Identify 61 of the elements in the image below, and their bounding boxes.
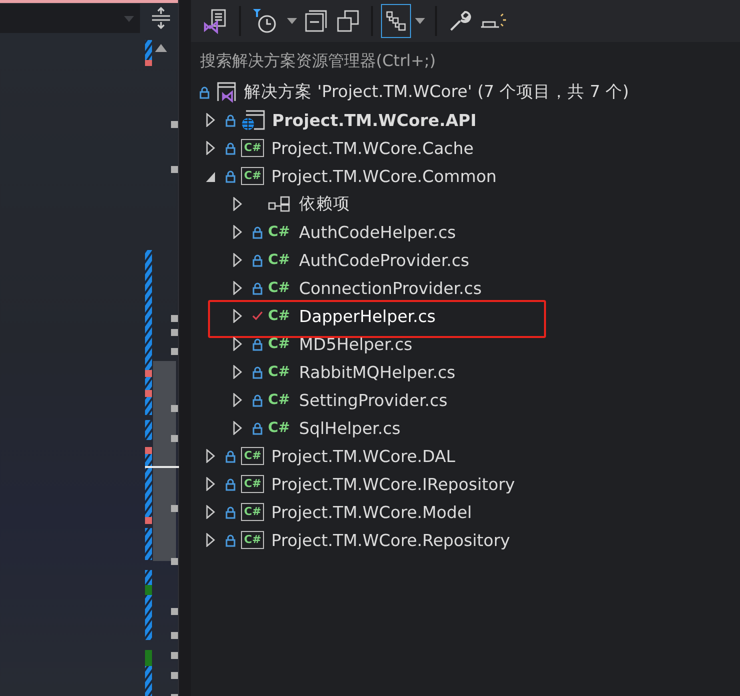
wrench-icon [448, 9, 472, 33]
tree-item[interactable]: Project.TM.WCore.Repository [271, 530, 510, 550]
csharp-file-icon: C# [268, 280, 292, 296]
expand-arrow-icon[interactable] [206, 449, 216, 463]
csharp-file-icon: C# [268, 364, 292, 380]
expand-arrow-icon[interactable] [233, 253, 243, 267]
tree-item[interactable]: Project.TM.WCore.IRepository [271, 474, 515, 494]
tree-item[interactable]: MD5Helper.cs [299, 334, 412, 354]
expand-arrow-icon[interactable] [206, 505, 216, 519]
caret-icon [415, 18, 425, 24]
tree-item[interactable]: 解决方案 'Project.TM.WCore' (7 个项目，共 7 个) [244, 81, 629, 103]
csharp-project-icon: C# [241, 531, 264, 549]
csharp-file-icon: C# [268, 336, 292, 352]
csharp-file-icon: C# [268, 420, 292, 436]
tree-item[interactable]: DapperHelper.cs [299, 306, 436, 326]
hierarchy-icon [385, 10, 407, 32]
expand-arrow-icon[interactable] [233, 393, 243, 407]
solution-icon [215, 81, 237, 103]
expand-arrow-icon[interactable] [233, 197, 243, 211]
csharp-file-icon: C# [268, 252, 292, 268]
tree-item[interactable]: 依赖项 [299, 193, 350, 215]
expand-arrow-icon[interactable] [206, 477, 216, 491]
copies-icon [336, 9, 360, 33]
tree-item[interactable]: RabbitMQHelper.cs [299, 362, 456, 382]
expand-arrow-icon[interactable] [233, 281, 243, 295]
tree-item[interactable]: SettingProvider.cs [299, 390, 448, 410]
csharp-project-icon: C# [241, 167, 264, 185]
caret-icon [287, 18, 297, 24]
caret-icon [124, 16, 134, 22]
tree-item[interactable]: Project.TM.WCore.Model [271, 502, 472, 522]
preview-icon [480, 13, 508, 29]
expand-arrow-icon[interactable] [206, 533, 216, 547]
csharp-project-icon: C# [241, 503, 264, 521]
tree-item[interactable]: ConnectionProvider.cs [299, 278, 482, 298]
csharp-file-icon: C# [268, 308, 292, 324]
csharp-project-icon: C# [241, 447, 264, 465]
collapse-icon [304, 9, 328, 33]
csharp-file-icon: C# [268, 224, 292, 240]
search-field[interactable]: 搜索解决方案资源管理器(Ctrl+;) [200, 50, 720, 70]
tree-item[interactable]: AuthCodeHelper.cs [299, 222, 456, 242]
dependencies-icon [268, 196, 292, 212]
globe-project-icon [241, 109, 265, 131]
expand-arrow-icon[interactable] [233, 365, 243, 379]
expand-arrow-icon[interactable] [206, 141, 216, 155]
csharp-file-icon: C# [268, 392, 292, 408]
expand-arrow-icon[interactable] [206, 113, 216, 127]
expand-arrow-icon[interactable] [233, 337, 243, 351]
expand-arrow-icon[interactable] [233, 421, 243, 435]
tree-item[interactable]: Project.TM.WCore.Common [271, 166, 497, 186]
csharp-project-icon: C# [241, 139, 264, 157]
tree-item[interactable]: AuthCodeProvider.cs [299, 250, 470, 270]
tree-item[interactable]: Project.TM.WCore.Cache [271, 138, 474, 158]
expand-arrow-icon[interactable] [233, 309, 243, 323]
split-icon[interactable] [150, 6, 172, 30]
solution-file-icon [202, 8, 228, 34]
tree-item[interactable]: SqlHelper.cs [299, 418, 400, 438]
tree-view-button[interactable] [381, 4, 411, 38]
tree-item[interactable]: Project.TM.WCore.API [272, 110, 477, 130]
expand-arrow-icon[interactable] [233, 225, 243, 239]
tree-item[interactable]: Project.TM.WCore.DAL [271, 446, 456, 466]
csharp-project-icon: C# [241, 475, 264, 493]
